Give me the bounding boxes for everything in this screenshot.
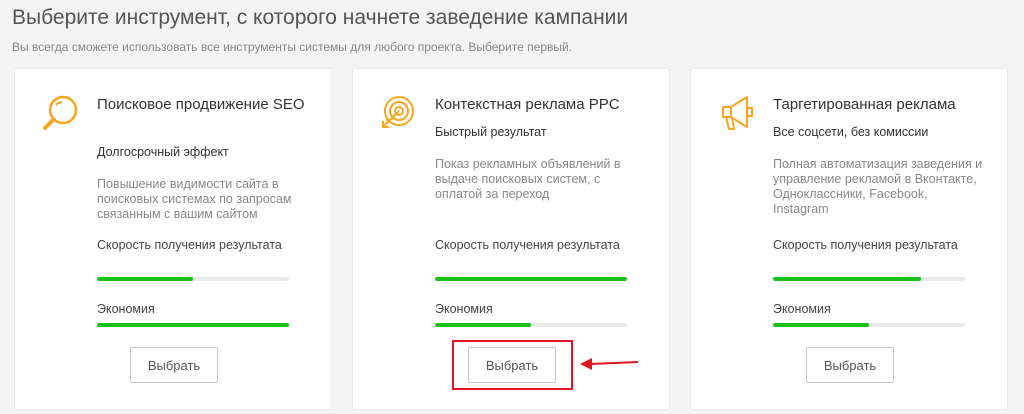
metric-label-speed: Скорость получения результата (773, 238, 958, 252)
metric-label-economy: Экономия (773, 302, 831, 316)
megaphone-icon (715, 91, 759, 135)
card-subtitle: Все соцсети, без комиссии (773, 125, 929, 139)
choose-button-seo[interactable]: Выбрать (130, 347, 218, 383)
economy-bar (773, 323, 965, 327)
economy-bar (435, 323, 627, 327)
choose-button-targeted[interactable]: Выбрать (806, 347, 894, 383)
page-title: Выберите инструмент, с которого начнете … (12, 6, 629, 29)
metric-label-speed: Скорость получения результата (97, 238, 282, 252)
highlight-box (452, 340, 573, 390)
speed-bar-fill (97, 277, 193, 281)
economy-bar (97, 323, 289, 327)
target-icon (377, 91, 421, 135)
tool-card-seo[interactable]: Поисковое продвижение SEO Долгосрочный э… (14, 68, 332, 410)
economy-bar-fill (97, 323, 289, 327)
speed-bar (435, 277, 627, 281)
speed-bar (773, 277, 965, 281)
speed-bar-fill (435, 277, 627, 281)
tool-card-targeted[interactable]: Таргетированная реклама Все соцсети, без… (690, 68, 1008, 410)
metric-label-speed: Скорость получения результата (435, 238, 620, 252)
metric-label-economy: Экономия (97, 302, 155, 316)
page-subtitle: Вы всегда сможете использовать все инстр… (12, 40, 573, 54)
speed-bar-fill (773, 277, 921, 281)
speed-bar (97, 277, 289, 281)
card-title: Таргетированная реклама (773, 96, 956, 113)
card-subtitle: Долгосрочный эффект (97, 145, 229, 159)
card-title: Контекстная реклама PPC (435, 96, 620, 113)
search-icon (39, 91, 83, 135)
card-subtitle: Быстрый результат (435, 125, 547, 139)
card-description: Показ рекламных объявлений в выдаче поис… (435, 157, 621, 201)
metric-label-economy: Экономия (435, 302, 493, 316)
card-title: Поисковое продвижение SEO (97, 96, 305, 113)
card-description: Повышение видимости сайта в поисковых си… (97, 177, 292, 221)
arrow-left-icon (578, 356, 642, 377)
card-description: Полная автоматизация заведения и управле… (773, 157, 983, 216)
economy-bar-fill (773, 323, 869, 327)
economy-bar-fill (435, 323, 531, 327)
